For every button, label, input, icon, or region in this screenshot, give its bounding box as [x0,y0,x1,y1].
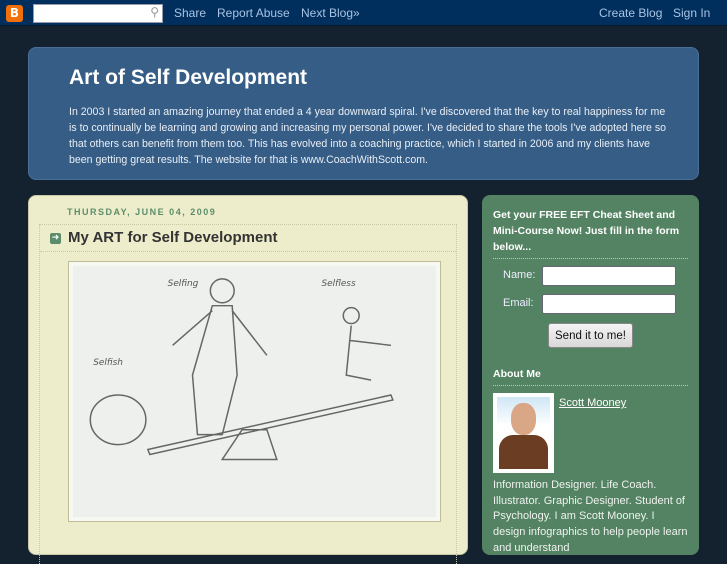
navbar: B ⚲ Share Report Abuse Next Blog» Create… [0,0,727,26]
arrow-right-icon: ➜ [50,233,61,244]
sign-in-link[interactable]: Sign In [673,6,710,20]
about-me-title: About Me [493,366,688,386]
main-column: THURSDAY, JUNE 04, 2009 ➜ My ART for Sel… [28,195,468,564]
sidebar: Get your FREE EFT Cheat Sheet and Mini-C… [482,195,699,555]
sketch-label-selfing: Selfing [168,279,199,289]
search-icon[interactable]: ⚲ [150,5,159,19]
email-label: Email: [503,297,534,309]
blog-header: Art of Self Development In 2003 I starte… [28,47,699,180]
name-label: Name: [503,269,536,281]
create-blog-link[interactable]: Create Blog [599,6,662,20]
blogger-logo-icon[interactable]: B [6,5,23,22]
sketch-label-selfish: Selfish [93,358,123,368]
sketch-label-selfless: Selfless [321,279,355,289]
post-title[interactable]: My ART for Self Development [68,229,277,246]
email-input[interactable] [542,294,676,314]
blog-description: In 2003 I started an amazing journey tha… [69,106,667,166]
seesaw-sketch: Selfish Selfing Selfless [73,266,436,517]
report-abuse-link[interactable]: Report Abuse [217,6,290,20]
name-input[interactable] [542,266,676,286]
share-link[interactable]: Share [174,6,206,20]
divider [40,251,456,252]
eft-widget-title: Get your FREE EFT Cheat Sheet and Mini-C… [493,207,688,259]
post-image[interactable]: Selfish Selfing Selfless [68,261,441,522]
blog-title[interactable]: Art of Self Development [69,66,307,90]
next-blog-link[interactable]: Next Blog» [301,6,360,20]
post: ➜ My ART for Self Development Selfish Se… [39,224,457,564]
author-link[interactable]: Scott Mooney [559,397,626,409]
search-input[interactable]: ⚲ [33,4,163,23]
send-button[interactable]: Send it to me! [548,323,633,348]
avatar[interactable] [493,393,554,473]
post-date: THURSDAY, JUNE 04, 2009 [67,207,217,217]
